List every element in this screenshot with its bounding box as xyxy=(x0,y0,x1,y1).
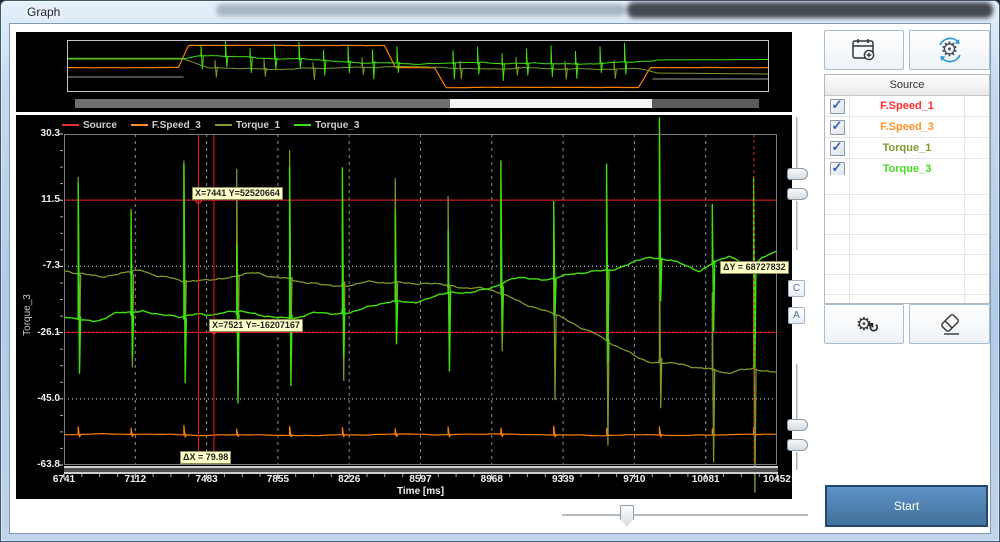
overview-plot-frame[interactable] xyxy=(67,40,769,92)
zoom-slider-track-top-1[interactable] xyxy=(796,117,798,169)
zoom-slider-track-bottom-1[interactable] xyxy=(796,364,798,420)
legend-label: Source xyxy=(83,120,117,131)
x-tick-label: 6741 xyxy=(53,474,75,485)
x-tick-label: 9339 xyxy=(552,474,574,485)
checkbox-torque1[interactable] xyxy=(830,141,845,156)
delta-x-tooltip: ΔX = 79.98 xyxy=(180,451,231,464)
checkbox-fspeed1[interactable] xyxy=(830,99,845,114)
overview-scrollbar-thumb[interactable] xyxy=(450,99,652,108)
x-tick-label: 8597 xyxy=(409,474,431,485)
x-axis-title: Time [ms] xyxy=(64,486,777,497)
legend-line-sample xyxy=(62,124,79,126)
source-list-divider xyxy=(964,95,965,303)
chart-legend: Source F.Speed_3 Torque_1 Torque_3 xyxy=(62,118,359,132)
c-button[interactable]: C xyxy=(788,280,805,297)
y-tick-label: -45.0 xyxy=(27,393,60,404)
legend-line-sample xyxy=(215,124,232,126)
main-chart-panel: Source F.Speed_3 Torque_1 Torque_3 Torqu… xyxy=(16,115,792,499)
x-tick-label: 10081 xyxy=(692,474,720,485)
client-area: Source F.Speed_3 Torque_1 Torque_3 Torqu… xyxy=(9,23,991,534)
y-tick-label: 30.3 xyxy=(27,128,60,139)
titlebar[interactable]: Graph xyxy=(1,1,999,23)
cursor-tooltip-2: X=7521 Y=-16207167 xyxy=(209,319,303,332)
zoom-slider-thumb-top-1[interactable] xyxy=(787,168,808,180)
x-tick-label: 7112 xyxy=(124,474,146,485)
legend-item-source: Source xyxy=(62,120,117,131)
zoom-slider-thumb-bottom-2[interactable] xyxy=(787,439,808,451)
legend-label: Torque_1 xyxy=(236,120,280,131)
source-list: Source F.Speed_1 F.Speed_3 Torque_1 Torq… xyxy=(824,74,990,304)
gear-run-button[interactable]: ⚙ ↻ xyxy=(824,304,904,344)
x-tick-label: 8968 xyxy=(481,474,503,485)
overview-scrollbar-track-right[interactable] xyxy=(652,99,759,108)
gear-sync-button[interactable]: ⚙ xyxy=(909,30,990,70)
source-row-spacer xyxy=(965,138,989,158)
x-tick-label: 9710 xyxy=(623,474,645,485)
source-row-spacer xyxy=(965,96,989,116)
horizontal-slider-thumb[interactable] xyxy=(620,505,634,526)
source-list-divider xyxy=(849,95,850,303)
calendar-add-icon xyxy=(850,37,878,63)
zoom-slider-track-bottom-2[interactable] xyxy=(796,452,798,470)
source-list-header: Source xyxy=(825,75,989,96)
x-axis-bar[interactable] xyxy=(64,466,778,474)
legend-line-sample xyxy=(294,124,311,126)
source-row-label: F.Speed_3 xyxy=(849,121,965,133)
run-arrow-icon: ↻ xyxy=(868,320,879,336)
legend-line-sample xyxy=(131,124,148,126)
source-row-label: F.Speed_1 xyxy=(849,100,965,112)
legend-item-fspeed3: F.Speed_3 xyxy=(131,120,201,131)
eraser-icon xyxy=(935,311,965,337)
titlebar-blur-dark xyxy=(627,2,993,18)
window-title: Graph xyxy=(27,5,60,19)
delta-y-tooltip: ΔY = 68727832 xyxy=(720,261,789,274)
zoom-slider-thumb-top-2[interactable] xyxy=(787,188,808,200)
sync-arrows-icon xyxy=(933,35,967,65)
x-tick-label: 7483 xyxy=(195,474,217,485)
titlebar-blur-light xyxy=(216,4,626,16)
main-chart-canvas[interactable] xyxy=(64,134,777,465)
source-row-spacer xyxy=(965,117,989,137)
x-tick-label: 8226 xyxy=(338,474,360,485)
overview-chart-panel xyxy=(16,32,792,112)
legend-item-torque3: Torque_3 xyxy=(294,120,359,131)
y-tick-label: 11.5 xyxy=(27,194,60,205)
source-row-label: Torque_1 xyxy=(849,142,965,154)
x-tick-label: 7855 xyxy=(267,474,289,485)
source-row-label: Torque_3 xyxy=(849,163,965,175)
calendar-add-button[interactable] xyxy=(824,30,904,70)
y-tick-label: -7.3 xyxy=(27,260,60,271)
start-button[interactable]: Start xyxy=(825,485,988,527)
checkbox-fspeed3[interactable] xyxy=(830,120,845,135)
app-window: Graph Source F.Speed_3 xyxy=(0,0,1000,542)
y-tick-label: -63.8 xyxy=(27,459,60,470)
x-tick-label: 10452 xyxy=(763,474,791,485)
legend-label: F.Speed_3 xyxy=(152,120,201,131)
y-tick-label: -26.1 xyxy=(27,327,60,338)
legend-label: Torque_3 xyxy=(315,120,359,131)
a-button[interactable]: A xyxy=(788,307,805,324)
horizontal-slider-track[interactable] xyxy=(562,514,808,517)
zoom-slider-thumb-bottom-1[interactable] xyxy=(787,419,808,431)
overview-chart-canvas[interactable] xyxy=(68,41,768,91)
zoom-slider-track-top-2[interactable] xyxy=(796,201,798,250)
cursor-tooltip-1: X=7441 Y=52520664 xyxy=(192,187,283,200)
eraser-button[interactable] xyxy=(909,304,990,344)
overview-scrollbar-track-left[interactable] xyxy=(75,99,450,108)
legend-item-torque1: Torque_1 xyxy=(215,120,280,131)
